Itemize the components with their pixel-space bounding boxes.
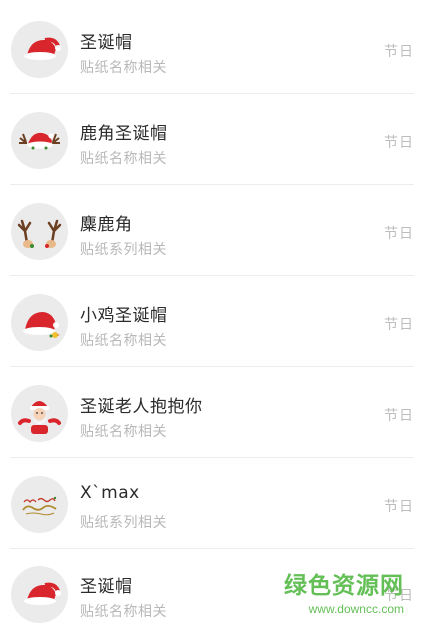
sticker-category-tag: 节日 (384, 588, 414, 604)
santa-hat-icon (11, 566, 68, 623)
santa-hat-icon (11, 21, 68, 78)
sticker-row[interactable]: 圣诞帽 贴纸名称相关 节日 (0, 549, 422, 640)
sticker-category-tag: 节日 (384, 499, 414, 515)
sticker-category-tag: 节日 (384, 135, 414, 151)
santa-hug-icon (11, 385, 68, 442)
sticker-subtitle: 贴纸名称相关 (80, 604, 167, 620)
sticker-title: 圣诞帽 (80, 577, 133, 597)
sticker-row[interactable]: 圣诞老人抱抱你 贴纸名称相关 节日 (0, 367, 422, 458)
sticker-row[interactable]: 圣诞帽 贴纸名称相关 节日 (0, 3, 422, 94)
sticker-subtitle: 贴纸系列相关 (80, 242, 167, 258)
chick-santa-hat-icon (11, 294, 68, 351)
reindeer-antlers-icon (11, 203, 68, 260)
sticker-row[interactable]: X`max 贴纸系列相关 节日 (0, 458, 422, 549)
sticker-subtitle: 贴纸系列相关 (80, 515, 167, 531)
sticker-category-tag: 节日 (384, 317, 414, 333)
sticker-category-tag: 节日 (384, 44, 414, 60)
sticker-title: X`max (80, 483, 140, 503)
sticker-title: 小鸡圣诞帽 (80, 306, 168, 326)
sticker-title: 圣诞老人抱抱你 (80, 397, 203, 417)
sticker-subtitle: 贴纸名称相关 (80, 424, 167, 440)
sticker-title: 圣诞帽 (80, 33, 133, 53)
sticker-subtitle: 贴纸名称相关 (80, 333, 167, 349)
sticker-list: 圣诞帽 贴纸名称相关 节日 鹿角圣诞帽 贴纸名称相关 节日 麋鹿角 贴纸系列相关… (0, 0, 422, 623)
sticker-subtitle: 贴纸名称相关 (80, 151, 167, 167)
sticker-row[interactable]: 鹿角圣诞帽 贴纸名称相关 节日 (0, 94, 422, 185)
sticker-category-tag: 节日 (384, 226, 414, 242)
sticker-title: 鹿角圣诞帽 (80, 124, 168, 144)
sticker-row[interactable]: 麋鹿角 贴纸系列相关 节日 (0, 185, 422, 276)
merry-christmas-text-icon (11, 476, 68, 533)
antler-santa-hat-icon (11, 112, 68, 169)
sticker-title: 麋鹿角 (80, 215, 133, 235)
sticker-category-tag: 节日 (384, 408, 414, 424)
sticker-row[interactable]: 小鸡圣诞帽 贴纸名称相关 节日 (0, 276, 422, 367)
sticker-subtitle: 贴纸名称相关 (80, 60, 167, 76)
